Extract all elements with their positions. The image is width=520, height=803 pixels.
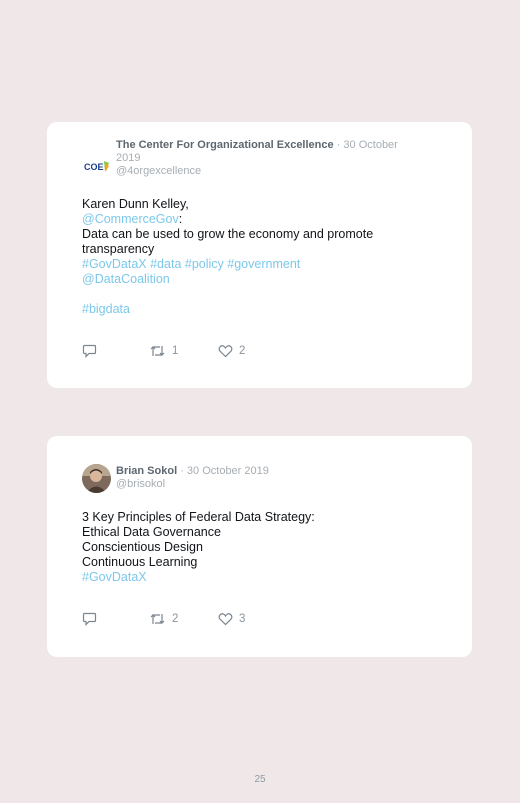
tweet-text-segment: Continuous Learning — [82, 555, 198, 569]
tweet-card: Brian Sokol · 30 October 2019 @brisokol … — [47, 436, 472, 657]
tweet-text-segment: 3 Key Principles of Federal Data Strateg… — [82, 510, 315, 524]
tweet-text-segment: Ethical Data Governance — [82, 525, 221, 539]
author-handle[interactable]: @brisokol — [116, 478, 417, 491]
retweet-count: 1 — [172, 345, 179, 357]
retweet-count: 2 — [172, 613, 179, 625]
like-count: 3 — [239, 613, 246, 625]
reply-button[interactable] — [82, 612, 97, 626]
reply-icon — [82, 344, 97, 358]
like-button[interactable]: 3 — [218, 612, 245, 626]
hashtag-link[interactable]: #bigdata — [82, 302, 130, 316]
hashtag-link[interactable]: #GovDataX — [82, 570, 147, 584]
tweet-line: #GovDataX — [82, 570, 412, 585]
tweet-line: Ethical Data Governance — [82, 525, 412, 540]
tweet-text-segment: Conscientious Design — [82, 540, 203, 554]
author-handle[interactable]: @4orgexcellence — [116, 165, 417, 178]
tweet-line: #GovDataX #data #policy #government — [82, 257, 412, 272]
tweet-line: Continuous Learning — [82, 555, 412, 570]
mention-link[interactable]: @DataCoalition — [82, 272, 170, 286]
tweet-line: Conscientious Design — [82, 540, 412, 555]
tweet-header: Brian Sokol · 30 October 2019 @brisokol — [116, 465, 417, 491]
hashtag-link[interactable]: #GovDataX — [82, 257, 147, 271]
retweet-icon — [149, 344, 166, 358]
avatar[interactable]: COE — [82, 152, 111, 181]
tweet-card: COE The Center For Organizational Excell… — [47, 122, 472, 388]
tweet-line: @DataCoalition — [82, 272, 412, 287]
like-count: 2 — [239, 345, 246, 357]
hashtag-link[interactable]: #data — [150, 257, 181, 271]
retweet-button[interactable]: 1 — [149, 344, 178, 358]
tweet-text-segment: Data can be used to grow the economy and… — [82, 227, 374, 256]
tweet-line: @CommerceGov: — [82, 212, 412, 227]
author-name[interactable]: The Center For Organizational Excellence — [116, 139, 334, 151]
author-name[interactable]: Brian Sokol — [116, 465, 177, 477]
retweet-icon — [149, 612, 166, 626]
tweet-text-segment: Karen Dunn Kelley, — [82, 197, 189, 211]
tweet-line: 3 Key Principles of Federal Data Strateg… — [82, 510, 412, 525]
avatar[interactable] — [82, 464, 111, 493]
tweet-text: Karen Dunn Kelley, @CommerceGov: Data can … — [82, 197, 412, 317]
tweet-line: Karen Dunn Kelley, — [82, 197, 412, 212]
tweet-text: 3 Key Principles of Federal Data Strateg… — [82, 510, 412, 585]
like-button[interactable]: 2 — [218, 344, 245, 358]
reply-icon — [82, 612, 97, 626]
mention-link[interactable]: @CommerceGov — [82, 212, 179, 226]
hashtag-link[interactable]: #policy — [185, 257, 224, 271]
page-number: 25 — [254, 774, 266, 785]
tweet-text-segment: : — [178, 212, 183, 226]
reply-button[interactable] — [82, 344, 97, 358]
heart-icon — [218, 344, 233, 358]
tweet-line: Data can be used to grow the economy and… — [82, 227, 412, 257]
tweet-date[interactable]: 30 October 2019 — [187, 465, 269, 477]
hashtag-link[interactable]: #government — [227, 257, 300, 271]
separator: · — [180, 465, 187, 477]
tweet-header: The Center For Organizational Excellence… — [116, 139, 417, 178]
tweet-line: #bigdata — [82, 302, 412, 317]
retweet-button[interactable]: 2 — [149, 612, 178, 626]
svg-text:COE: COE — [84, 162, 104, 172]
heart-icon — [218, 612, 233, 626]
